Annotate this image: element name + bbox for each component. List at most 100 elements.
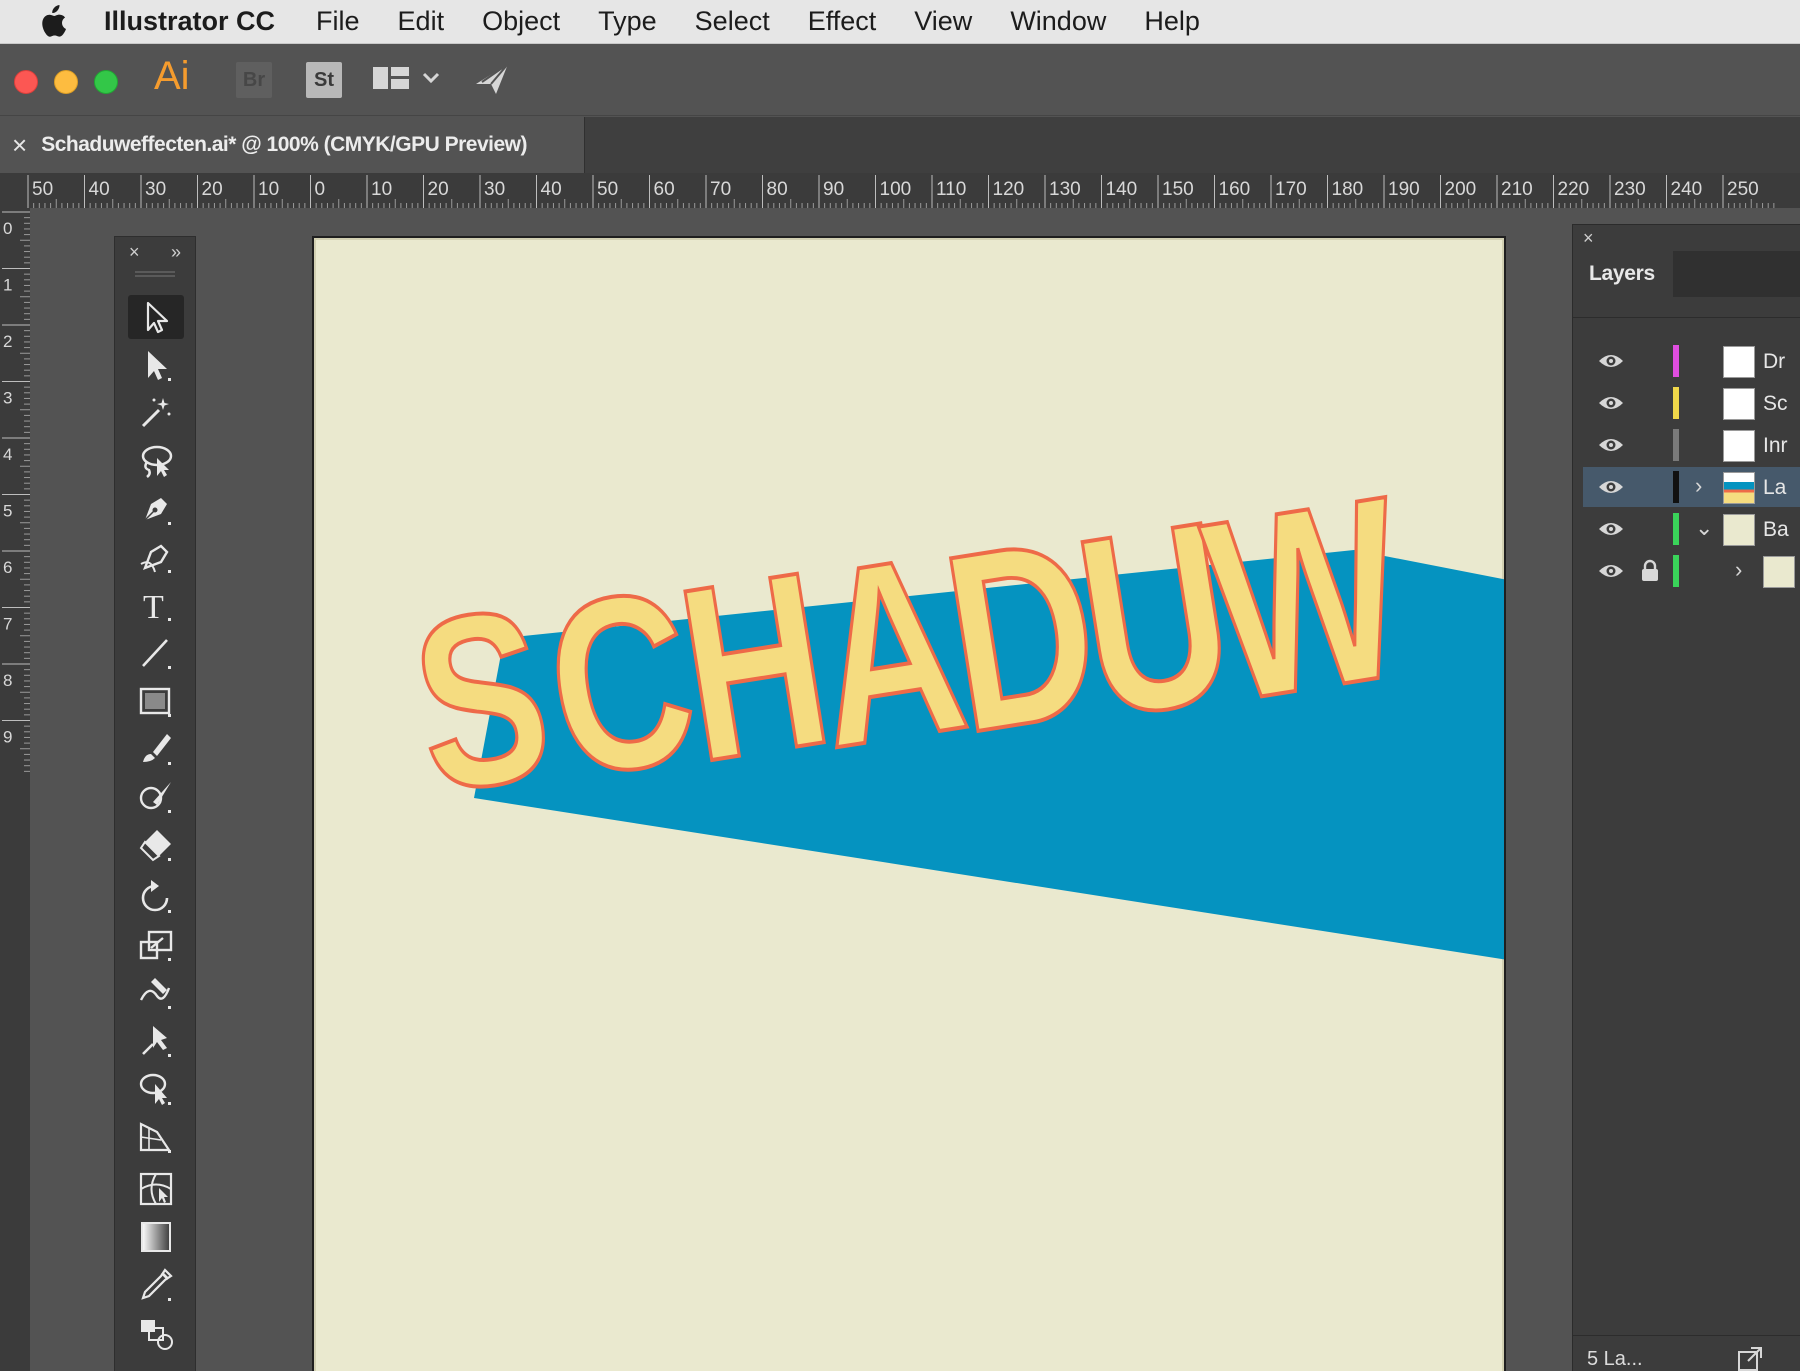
layer-row[interactable]: › <box>1583 551 1800 591</box>
layer-name[interactable]: Inr <box>1763 434 1788 458</box>
layer-name[interactable]: Ba <box>1763 518 1789 542</box>
ruler-label: 10 <box>371 179 392 200</box>
eraser-tool-icon[interactable] <box>128 823 184 867</box>
type-tool-icon[interactable]: T <box>128 583 184 627</box>
perspective-grid-tool-icon[interactable] <box>128 1115 184 1159</box>
ruler-label: 90 <box>823 179 844 200</box>
vertical-ruler-ticks: 0 1 2 3 4 5 6 7 8 9 <box>2 211 30 772</box>
direct-selection-tool-icon[interactable] <box>128 343 184 387</box>
close-panel-icon[interactable]: × <box>129 242 140 263</box>
layer-row[interactable]: ⌄ Ba <box>1583 509 1800 549</box>
ruler-label: 4 <box>3 445 12 464</box>
menu-window[interactable]: Window <box>991 6 1125 37</box>
artwork: SCHADUW <box>396 441 1504 960</box>
gradient-tool-icon[interactable] <box>128 1215 184 1259</box>
scale-tool-icon[interactable] <box>128 923 184 967</box>
share-feedback-icon[interactable] <box>472 58 512 103</box>
menu-type[interactable]: Type <box>579 6 676 37</box>
curvature-tool-icon[interactable] <box>128 535 184 579</box>
expand-chevron-icon[interactable]: › <box>1695 475 1702 497</box>
ruler-label: 110 <box>936 179 966 200</box>
zoom-window-button[interactable] <box>94 70 118 94</box>
close-window-button[interactable] <box>14 70 38 94</box>
ruler-label: 250 <box>1727 179 1759 200</box>
layer-name[interactable]: Dr <box>1763 350 1785 374</box>
visibility-eye-icon[interactable] <box>1597 477 1625 502</box>
menu-select[interactable]: Select <box>676 6 789 37</box>
stock-icon[interactable]: St <box>306 62 342 98</box>
line-segment-tool-icon[interactable] <box>128 631 184 675</box>
ruler-label: 40 <box>89 179 110 200</box>
layer-row[interactable]: Sc <box>1583 383 1800 423</box>
artboard[interactable]: SCHADUW <box>312 236 1506 1371</box>
ruler-label: 160 <box>1219 179 1251 200</box>
collapse-panel-icon[interactable]: » <box>171 242 181 263</box>
apple-logo-icon[interactable] <box>34 0 70 44</box>
visibility-eye-icon[interactable] <box>1597 519 1625 544</box>
app-name-menu[interactable]: Illustrator CC <box>104 6 275 37</box>
mesh-tool-icon[interactable] <box>128 1167 184 1211</box>
rotate-tool-icon[interactable] <box>128 875 184 919</box>
menu-help[interactable]: Help <box>1125 6 1219 37</box>
magic-wand-tool-icon[interactable] <box>128 391 184 435</box>
layers-count: 5 La... <box>1587 1348 1643 1370</box>
layer-color-swatch <box>1673 429 1679 461</box>
layers-panel: × Layers Dr Sc Inr › La ⌄ Ba › 5 La... <box>1572 224 1800 1371</box>
menu-edit[interactable]: Edit <box>379 6 464 37</box>
visibility-eye-icon[interactable] <box>1597 351 1625 376</box>
ruler-label: 50 <box>597 179 618 200</box>
expand-chevron-icon[interactable]: › <box>1735 559 1742 581</box>
ruler-label: 240 <box>1671 179 1703 200</box>
lock-icon[interactable] <box>1639 559 1661 588</box>
visibility-eye-icon[interactable] <box>1597 561 1625 586</box>
panel-grip[interactable] <box>135 271 175 277</box>
bridge-icon[interactable]: Br <box>236 62 272 98</box>
shaper-tool-icon[interactable] <box>128 775 184 819</box>
minimize-window-button[interactable] <box>54 70 78 94</box>
menu-view[interactable]: View <box>895 6 991 37</box>
menu-file[interactable]: File <box>297 6 379 37</box>
lasso-tool-icon[interactable] <box>128 439 184 483</box>
puppet-warp-tool-icon[interactable] <box>128 1019 184 1063</box>
ruler-label: 70 <box>710 179 731 200</box>
ruler-label: 6 <box>3 558 12 577</box>
layer-thumbnail <box>1723 430 1755 462</box>
menu-object[interactable]: Object <box>463 6 579 37</box>
layer-row[interactable]: Inr <box>1583 425 1800 465</box>
layer-row[interactable]: › La <box>1583 467 1800 507</box>
tab-layers[interactable]: Layers <box>1573 251 1673 297</box>
export-icon[interactable] <box>1735 1344 1765 1371</box>
ruler-label: 0 <box>3 219 12 238</box>
paintbrush-tool-icon[interactable] <box>128 727 184 771</box>
menu-effect[interactable]: Effect <box>789 6 896 37</box>
application-bar: Ai Br St <box>0 44 1800 116</box>
workspace-switcher-icon[interactable] <box>372 64 412 99</box>
ruler-label: 150 <box>1162 179 1194 200</box>
horizontal-ruler[interactable]: 50 40 30 20 10 0 10 20 30 40 50 60 70 80 90 100 110 120 13… <box>0 173 1800 208</box>
close-panel-icon[interactable]: × <box>1583 228 1594 249</box>
rectangle-tool-icon[interactable] <box>128 679 184 723</box>
layers-panel-tabs: Layers <box>1573 251 1800 297</box>
horizontal-ruler-ticks: 50 40 30 20 10 0 10 20 30 40 50 60 70 80 90 100 110 120 13… <box>27 175 1775 208</box>
pen-tool-icon[interactable] <box>128 487 184 531</box>
selection-tool-icon[interactable] <box>128 295 184 339</box>
ruler-label: 130 <box>1049 179 1081 200</box>
ruler-label: 220 <box>1558 179 1590 200</box>
layer-thumbnail <box>1723 388 1755 420</box>
layer-name[interactable]: La <box>1763 476 1786 500</box>
document-tab[interactable]: × Schaduweffecten.ai* @ 100% (CMYK/GPU P… <box>0 117 585 173</box>
blend-tool-icon[interactable] <box>128 1311 184 1355</box>
warp-tool-icon[interactable] <box>128 971 184 1015</box>
vertical-ruler[interactable]: 0 1 2 3 4 5 6 7 8 9 <box>0 208 30 1371</box>
close-tab-icon[interactable]: × <box>12 130 27 161</box>
ruler-label: 230 <box>1614 179 1646 200</box>
shape-builder-tool-icon[interactable] <box>128 1067 184 1111</box>
ruler-label: 200 <box>1445 179 1477 200</box>
visibility-eye-icon[interactable] <box>1597 393 1625 418</box>
collapse-chevron-icon[interactable]: ⌄ <box>1695 517 1713 539</box>
layer-row[interactable]: Dr <box>1583 341 1800 381</box>
layer-name[interactable]: Sc <box>1763 392 1788 416</box>
chevron-down-icon[interactable] <box>420 68 442 93</box>
eyedropper-tool-icon[interactable] <box>128 1263 184 1307</box>
visibility-eye-icon[interactable] <box>1597 435 1625 460</box>
